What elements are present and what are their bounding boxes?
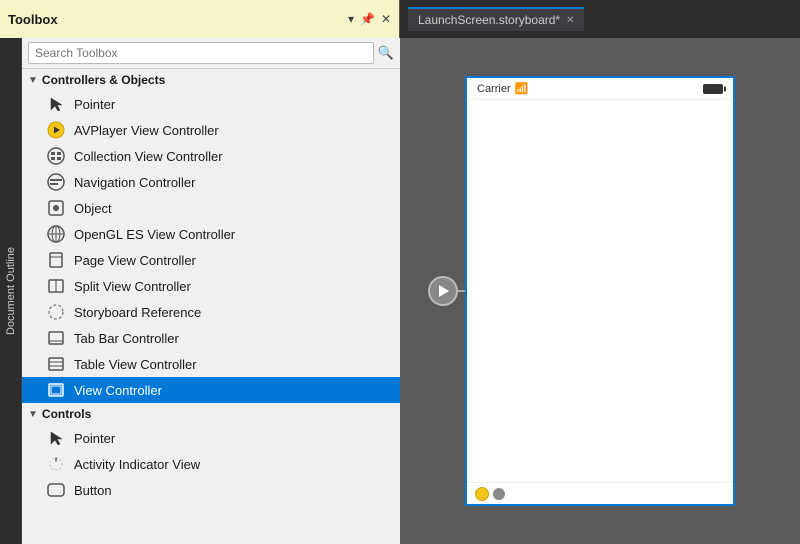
item-pointer-ctrl2[interactable]: Pointer <box>22 425 400 451</box>
category-arrow-controllers: ▼ <box>28 75 38 86</box>
item-collection-label: Collection View Controller <box>74 149 223 164</box>
status-right <box>703 84 723 94</box>
toolbox-pin-icon[interactable]: 📌 <box>360 12 375 26</box>
item-avplayer-label: AVPlayer View Controller <box>74 123 219 138</box>
item-activity[interactable]: Activity Indicator View <box>22 451 400 477</box>
toolbox-title-bar: Toolbox ▾ 📌 ✕ <box>0 0 400 38</box>
item-split[interactable]: Split View Controller <box>22 273 400 299</box>
item-tableview-label: Table View Controller <box>74 357 197 372</box>
activity-icon <box>46 454 66 474</box>
bottom-small-icon <box>493 488 505 500</box>
item-activity-label: Activity Indicator View <box>74 457 200 472</box>
bottom-yellow-dot <box>475 487 489 501</box>
collection-icon <box>46 146 66 166</box>
search-bar: 🔍 <box>22 38 400 69</box>
main-content: Document Outline 🔍 ▼ Controllers & Objec… <box>0 38 800 544</box>
wifi-icon: 📶 <box>515 82 529 95</box>
item-object-label: Object <box>74 201 112 216</box>
toolbox-panel: 🔍 ▼ Controllers & Objects Pointer <box>22 38 400 544</box>
storyboard-tab[interactable]: LaunchScreen.storyboard* ✕ <box>408 7 584 31</box>
category-controllers-label: Controllers & Objects <box>42 73 165 87</box>
iphone-bottom-bar <box>467 482 733 504</box>
item-storyboard-ref[interactable]: Storyboard Reference <box>22 299 400 325</box>
document-outline-label: Document Outline <box>5 247 17 335</box>
category-controllers[interactable]: ▼ Controllers & Objects <box>22 69 400 91</box>
item-button-label: Button <box>74 483 112 498</box>
iphone-screen-content <box>467 100 733 482</box>
search-input[interactable] <box>28 42 374 64</box>
item-pageview-label: Page View Controller <box>74 253 196 268</box>
toolbox-list: ▼ Controllers & Objects Pointer AVPla <box>22 69 400 544</box>
battery-icon <box>703 84 723 94</box>
item-navigation-label: Navigation Controller <box>74 175 195 190</box>
item-collection[interactable]: Collection View Controller <box>22 143 400 169</box>
item-tableview[interactable]: Table View Controller <box>22 351 400 377</box>
toolbox-dropdown-icon[interactable]: ▾ <box>348 12 354 26</box>
category-controls[interactable]: ▼ Controls <box>22 403 400 425</box>
iphone-mockup: Carrier 📶 <box>465 76 735 506</box>
toolbox-title: Toolbox <box>8 12 58 27</box>
status-left: Carrier 📶 <box>477 82 528 95</box>
object-icon <box>46 198 66 218</box>
navigation-icon <box>46 172 66 192</box>
item-viewcontroller-label: View Controller <box>74 383 162 398</box>
viewcontroller-icon <box>46 380 66 400</box>
item-pageview[interactable]: Page View Controller <box>22 247 400 273</box>
carrier-label: Carrier <box>477 83 511 95</box>
item-avplayer[interactable]: AVPlayer View Controller <box>22 117 400 143</box>
search-icon[interactable]: 🔍 <box>378 45 394 61</box>
opengl-icon <box>46 224 66 244</box>
item-split-label: Split View Controller <box>74 279 191 294</box>
toolbox-controls: ▾ 📌 ✕ <box>348 12 391 26</box>
storyboard-area[interactable]: LaunchScreen.storyboard Carrier 📶 <box>400 38 800 544</box>
tab-close-icon[interactable]: ✕ <box>566 15 574 26</box>
category-controls-label: Controls <box>42 407 91 421</box>
avplayer-icon <box>46 120 66 140</box>
tab-label: LaunchScreen.storyboard* <box>418 13 560 27</box>
item-tabbar-label: Tab Bar Controller <box>74 331 179 346</box>
storyboard-ref-icon <box>46 302 66 322</box>
button-icon <box>46 480 66 500</box>
document-outline-panel: Document Outline <box>0 38 22 544</box>
pageview-icon <box>46 250 66 270</box>
top-bar: Toolbox ▾ 📌 ✕ LaunchScreen.storyboard* ✕ <box>0 0 800 38</box>
split-icon <box>46 276 66 296</box>
item-viewcontroller[interactable]: View Controller <box>22 377 400 403</box>
item-opengl[interactable]: OpenGL ES View Controller <box>22 221 400 247</box>
item-tabbar[interactable]: Tab Bar Controller <box>22 325 400 351</box>
item-pointer-ctrl2-label: Pointer <box>74 431 115 446</box>
item-storyboard-ref-label: Storyboard Reference <box>74 305 201 320</box>
start-circle-play <box>439 285 449 297</box>
status-bar: Carrier 📶 <box>467 78 733 100</box>
tab-bar: LaunchScreen.storyboard* ✕ <box>400 0 800 38</box>
toolbox-close-icon[interactable]: ✕ <box>381 12 391 26</box>
pointer-ctrl-icon <box>46 94 66 114</box>
item-pointer-ctrl[interactable]: Pointer <box>22 91 400 117</box>
start-circle <box>428 276 458 306</box>
item-object[interactable]: Object <box>22 195 400 221</box>
battery-fill <box>704 85 722 93</box>
item-button[interactable]: Button <box>22 477 400 503</box>
pointer-ctrl2-icon <box>46 428 66 448</box>
item-navigation[interactable]: Navigation Controller <box>22 169 400 195</box>
item-opengl-label: OpenGL ES View Controller <box>74 227 235 242</box>
category-arrow-controls: ▼ <box>28 409 38 420</box>
tabbar-icon <box>46 328 66 348</box>
item-pointer-ctrl-label: Pointer <box>74 97 115 112</box>
tableview-icon <box>46 354 66 374</box>
